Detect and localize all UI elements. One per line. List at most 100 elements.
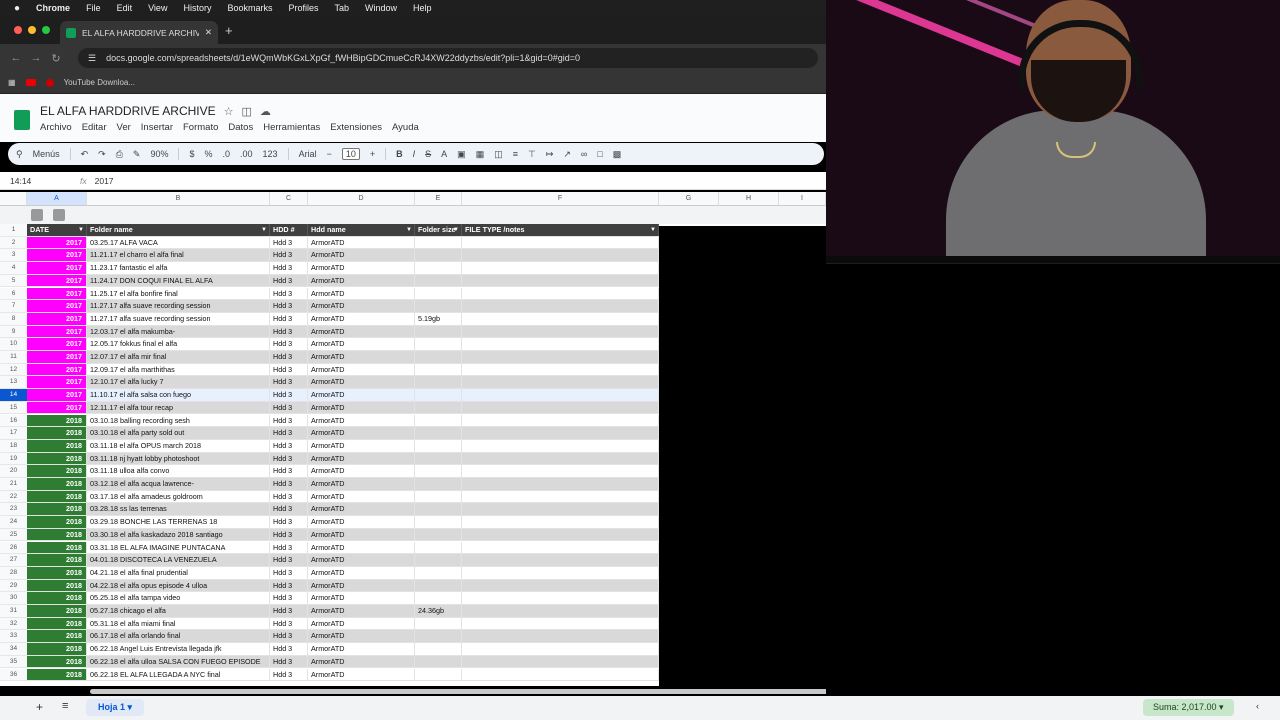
row-header[interactable]: 16 [0,414,27,428]
cell-file-type[interactable] [462,338,659,350]
cell-file-type[interactable] [462,300,659,312]
cell-folder-size[interactable] [415,249,462,262]
row-header[interactable]: 23 [0,503,27,517]
cell-folder-name[interactable]: 12.05.17 fokkus final el alfa [87,338,270,350]
font-size-decrease-icon[interactable]: − [327,149,332,159]
row-header[interactable]: 7 [0,300,27,313]
cell-date[interactable]: 2018 [27,643,87,655]
cell-hdd-name[interactable]: ArmorATD [308,300,415,312]
cell-hdd-number[interactable]: Hdd 3 [270,376,308,389]
column-header-g[interactable]: G [659,192,719,206]
cell-folder-size[interactable] [415,579,462,592]
cell-date[interactable]: 2017 [27,262,87,274]
cell-file-type[interactable] [462,414,659,427]
redo-icon[interactable]: ↷ [98,149,106,160]
print-icon[interactable]: ⎙ [116,149,123,160]
cell-hdd-number[interactable]: Hdd 3 [270,300,308,312]
cell-folder-name[interactable]: 06.22.18 Angel Luis Entrevista llegada j… [87,643,270,655]
cell-file-type[interactable] [462,389,659,401]
row-header[interactable]: 17 [0,427,27,440]
column-header-e[interactable]: E [415,192,462,206]
cell-hdd-name[interactable]: ArmorATD [308,528,415,541]
cell-folder-name[interactable]: 03.17.18 el alfa amadeus goldroom [87,490,270,503]
cell-folder-size[interactable] [415,617,462,630]
cell-hdd-number[interactable]: Hdd 3 [270,554,308,566]
cell-date[interactable]: 2017 [27,389,87,401]
cell-hdd-number[interactable]: Hdd 3 [270,478,308,490]
menubar-edit[interactable]: Edit [117,3,133,13]
cell-hdd-name[interactable]: ArmorATD [308,579,415,592]
cell-hdd-name[interactable]: ArmorATD [308,338,415,350]
cell-file-type[interactable] [462,592,659,604]
percent-format-button[interactable]: % [204,149,212,159]
cell-date[interactable]: 2017 [27,300,87,312]
cell-hdd-number[interactable]: Hdd 3 [270,605,308,617]
cell-date[interactable]: 2018 [27,439,87,452]
cell-folder-size[interactable] [415,592,462,604]
cell-hdd-number[interactable]: Hdd 3 [270,262,308,274]
cell-hdd-number[interactable]: Hdd 3 [270,503,308,516]
row-header[interactable]: 15 [0,401,27,415]
cell-hdd-number[interactable]: Hdd 3 [270,389,308,401]
comment-icon[interactable]: □ [597,149,602,159]
cell-folder-name[interactable]: 05.25.18 el alfa tampa video [87,592,270,604]
cell-hdd-number[interactable]: Hdd 3 [270,630,308,643]
cell-file-type[interactable] [462,274,659,287]
cell-date[interactable]: 2018 [27,630,87,643]
cell-hdd-number[interactable]: Hdd 3 [270,516,308,528]
cell-hdd-name[interactable]: ArmorATD [308,630,415,643]
select-all-corner[interactable] [0,192,27,206]
cell-hdd-name[interactable]: ArmorATD [308,465,415,477]
header-date[interactable]: DATE ▼ [27,224,87,236]
menubar-view[interactable]: View [148,3,167,13]
font-size-increase-icon[interactable]: + [370,149,375,159]
cell-hdd-number[interactable]: Hdd 3 [270,465,308,477]
italic-button[interactable]: I [413,149,416,159]
cell-hdd-number[interactable]: Hdd 3 [270,363,308,376]
header-file-type[interactable]: FILE TYPE /notes ▼ [462,224,659,236]
filter-dropdown-icon[interactable]: ▼ [78,224,84,236]
wrap-icon[interactable]: ↦ [546,149,554,160]
cell-hdd-number[interactable]: Hdd 3 [270,490,308,503]
cell-folder-size[interactable] [415,389,462,401]
cell-file-type[interactable] [462,528,659,541]
cell-file-type[interactable] [462,478,659,490]
cell-hdd-name[interactable]: ArmorATD [308,643,415,655]
cell-folder-name[interactable]: 06.22.18 el alfa ulloa SALSA CON FUEGO E… [87,655,270,668]
cell-file-type[interactable] [462,401,659,414]
font-size-input[interactable]: 10 [341,148,360,160]
cell-folder-size[interactable] [415,554,462,566]
cell-hdd-name[interactable]: ArmorATD [308,427,415,439]
cell-hdd-name[interactable]: ArmorATD [308,566,415,579]
column-header-a[interactable]: A [27,192,87,206]
cell-folder-name[interactable]: 12.03.17 el alfa makumba- [87,325,270,338]
cell-folder-size[interactable] [415,287,462,300]
cell-hdd-number[interactable]: Hdd 3 [270,274,308,287]
menu-archivo[interactable]: Archivo [40,122,72,133]
cell-date[interactable]: 2018 [27,592,87,604]
forward-icon[interactable]: → [26,52,46,64]
rotate-text-icon[interactable]: ↗ [563,149,571,160]
cell-file-type[interactable] [462,427,659,439]
cell-hdd-number[interactable]: Hdd 3 [270,528,308,541]
align-icon[interactable]: ≡ [513,149,518,159]
cell-file-type[interactable] [462,490,659,503]
youtube-icon[interactable] [25,79,36,86]
cell-folder-name[interactable]: 03.25.17 ALFA VACA [87,236,270,249]
borders-icon[interactable]: ▦ [476,149,485,160]
menubar-help[interactable]: Help [413,3,432,13]
cell-folder-name[interactable]: 04.21.18 el alfa final prudential [87,566,270,579]
cell-folder-name[interactable]: 11.23.17 fantastic el alfa [87,262,270,274]
bookmark-youtube-downloader[interactable]: YouTube Downloa... [64,78,135,87]
row-header[interactable]: 24 [0,516,27,529]
cell-hdd-number[interactable]: Hdd 3 [270,592,308,604]
cell-date[interactable]: 2017 [27,376,87,389]
cell-folder-size[interactable] [415,503,462,516]
cell-hdd-number[interactable]: Hdd 3 [270,566,308,579]
cell-date[interactable]: 2018 [27,566,87,579]
menubar-bookmarks[interactable]: Bookmarks [227,3,272,13]
row-header[interactable]: 25 [0,528,27,542]
cell-date[interactable]: 2018 [27,605,87,617]
cell-folder-size[interactable] [415,643,462,655]
cell-date[interactable]: 2017 [27,325,87,338]
